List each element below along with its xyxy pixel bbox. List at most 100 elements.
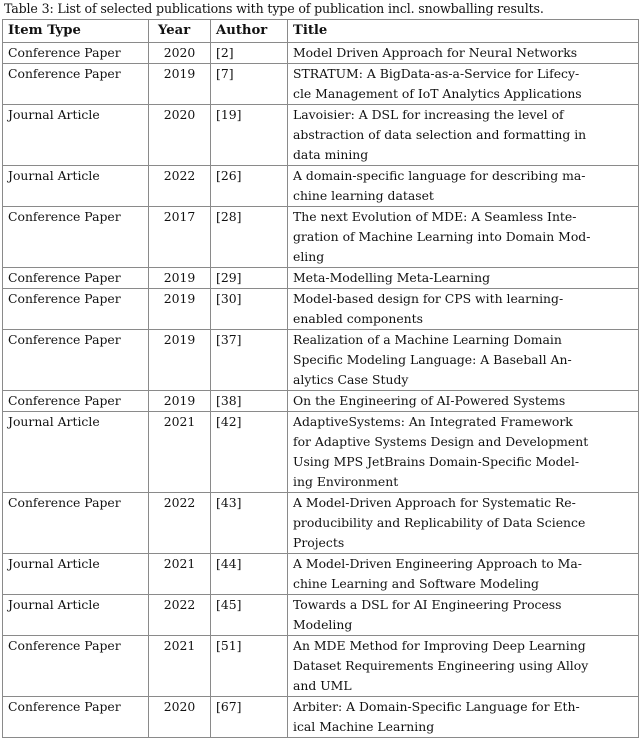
cell-author-citation: [42] (210, 411, 288, 493)
column-header-year: Year (148, 19, 211, 43)
cell-author-citation: [19] (210, 104, 288, 166)
cell-year: 2021 (148, 553, 211, 595)
table-row: Conference Paper 2019 [29] Meta-Modelling M… (2, 267, 639, 289)
cell-item-type: Conference Paper (2, 206, 149, 268)
title-line: Modeling (293, 617, 353, 632)
cell-title: Model Driven Approach for Neural Network… (287, 42, 639, 64)
cell-year: 2021 (148, 635, 211, 697)
cell-item-type: Conference Paper (2, 635, 149, 697)
title-line: A Model-Driven Approach for Systematic R… (293, 495, 576, 510)
title-line: Dataset Requirements Engineering using A… (293, 658, 589, 673)
column-header-author: Author (210, 19, 288, 43)
title-line: gration of Machine Learning into Domain … (293, 229, 591, 244)
cell-title: A Model-Driven Approach for Systematic R… (287, 492, 639, 554)
title-line: cle Management of IoT Analytics Applicat… (293, 86, 582, 101)
table-row: Conference Paper 2022 [43] A Model-Driven A… (2, 492, 639, 554)
title-line: enabled components (293, 311, 423, 326)
title-line: alytics Case Study (293, 372, 409, 387)
cell-year: 2021 (148, 411, 211, 493)
title-line: eling (293, 249, 325, 264)
table-row: Conference Paper 2019 [7] STRATUM: A BigDat… (2, 63, 639, 105)
title-line: for Adaptive Systems Design and Developm… (293, 434, 589, 449)
cell-author-citation: [29] (210, 267, 288, 289)
table-row: Journal Article 2021 [44] A Model-Driven En… (2, 553, 639, 595)
title-line: Model-based design for CPS with learning… (293, 291, 564, 306)
cell-year: 2022 (148, 165, 211, 207)
cell-author-citation: [37] (210, 329, 288, 391)
cell-year: 2019 (148, 390, 211, 412)
cell-title: Model-based design for CPS with learning… (287, 288, 639, 330)
table-row: Conference Paper 2020 [2] Model Driven Appr… (2, 42, 639, 64)
title-line: Model Driven Approach for Neural Network… (293, 45, 578, 60)
cell-title: AdaptiveSystems: An Integrated Framework… (287, 411, 639, 493)
cell-author-citation: [30] (210, 288, 288, 330)
cell-item-type: Journal Article (2, 553, 149, 595)
title-line: Specific Modeling Language: A Baseball A… (293, 352, 572, 367)
table-row: Journal Article 2021 [42] AdaptiveSystems: … (2, 411, 639, 493)
cell-author-citation: [28] (210, 206, 288, 268)
title-line: ing Environment (293, 474, 399, 489)
cell-year: 2022 (148, 594, 211, 636)
cell-item-type: Journal Article (2, 165, 149, 207)
cell-item-type: Journal Article (2, 411, 149, 493)
table-row: Conference Paper 2021 [51] An MDE Method fo… (2, 635, 639, 697)
cell-author-citation: [44] (210, 553, 288, 595)
column-header-item-type: Item Type (2, 19, 149, 43)
cell-author-citation: [45] (210, 594, 288, 636)
cell-title: Arbiter: A Domain-Specific Language for … (287, 696, 639, 738)
document-page: Table 3: List of selected publications w… (0, 0, 640, 738)
cell-item-type: Journal Article (2, 594, 149, 636)
cell-author-citation: [51] (210, 635, 288, 697)
cell-author-citation: [67] (210, 696, 288, 738)
title-line: An MDE Method for Improving Deep Learnin… (293, 638, 586, 653)
title-line: Meta-Modelling Meta-Learning (293, 270, 491, 285)
title-line: Arbiter: A Domain-Specific Language for … (293, 699, 580, 714)
table-row: Journal Article 2022 [26] A domain-specific… (2, 165, 639, 207)
title-line: STRATUM: A BigData-as-a-Service for Life… (293, 66, 580, 81)
cell-title: A Model-Driven Engineering Approach to M… (287, 553, 639, 595)
cell-year: 2020 (148, 104, 211, 166)
table-row: Journal Article 2022 [45] Towards a DSL for… (2, 594, 639, 636)
cell-author-citation: [38] (210, 390, 288, 412)
cell-year: 2019 (148, 288, 211, 330)
title-line: data mining (293, 147, 369, 162)
cell-item-type: Conference Paper (2, 267, 149, 289)
table-row: Conference Paper 2017 [28] The next Evoluti… (2, 206, 639, 268)
title-line: and UML (293, 678, 352, 693)
title-line: Lavoisier: A DSL for increasing the leve… (293, 107, 564, 122)
cell-item-type: Conference Paper (2, 390, 149, 412)
cell-title: Towards a DSL for AI Engineering Process… (287, 594, 639, 636)
table-row: Conference Paper 2019 [30] Model-based desi… (2, 288, 639, 330)
cell-year: 2019 (148, 63, 211, 105)
column-header-title: Title (287, 19, 639, 43)
table-body: Conference Paper 2020 [2] Model Driven Appr… (2, 42, 639, 738)
title-line: A Model-Driven Engineering Approach to M… (293, 556, 582, 571)
cell-item-type: Conference Paper (2, 329, 149, 391)
cell-item-type: Conference Paper (2, 42, 149, 64)
table-header-row: Item Type Year Author Title (2, 19, 639, 43)
cell-author-citation: [26] (210, 165, 288, 207)
cell-title: Meta-Modelling Meta-Learning (287, 267, 639, 289)
cell-year: 2019 (148, 329, 211, 391)
table-row: Conference Paper 2019 [38] On the Engineeri… (2, 390, 639, 412)
title-line: AdaptiveSystems: An Integrated Framework (293, 414, 573, 429)
cell-author-citation: [43] (210, 492, 288, 554)
cell-item-type: Journal Article (2, 104, 149, 166)
cell-item-type: Conference Paper (2, 492, 149, 554)
title-line: Realization of a Machine Learning Domain (293, 332, 562, 347)
title-line: The next Evolution of MDE: A Seamless In… (293, 209, 577, 224)
table-row: Conference Paper 2019 [37] Realization of a… (2, 329, 639, 391)
cell-item-type: Conference Paper (2, 696, 149, 738)
cell-title: On the Engineering of AI-Powered Systems (287, 390, 639, 412)
table-header: Item Type Year Author Title (2, 19, 639, 43)
title-line: chine Learning and Software Modeling (293, 576, 539, 591)
cell-title: STRATUM: A BigData-as-a-Service for Life… (287, 63, 639, 105)
cell-author-citation: [2] (210, 42, 288, 64)
cell-item-type: Conference Paper (2, 288, 149, 330)
title-line: A domain-specific language for describin… (293, 168, 586, 183)
title-line: ical Machine Learning (293, 719, 435, 734)
cell-title: A domain-specific language for describin… (287, 165, 639, 207)
cell-author-citation: [7] (210, 63, 288, 105)
title-line: On the Engineering of AI-Powered Systems (293, 393, 566, 408)
cell-title: The next Evolution of MDE: A Seamless In… (287, 206, 639, 268)
